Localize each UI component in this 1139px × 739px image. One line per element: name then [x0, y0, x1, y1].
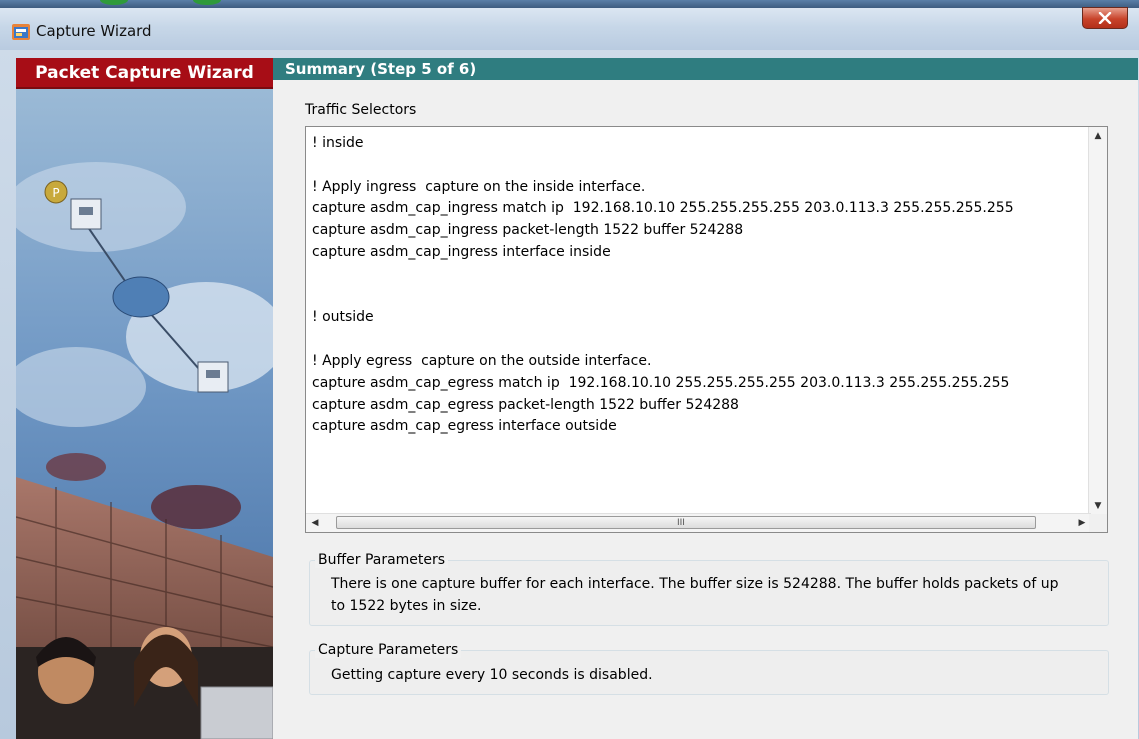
banner-illustration: P [16, 87, 273, 739]
capture-wizard-window: Capture Wizard Packet Capture Wizard P S… [0, 7, 1139, 739]
traffic-selector-line [312, 155, 1086, 177]
capture-parameters-text: Getting capture every 10 seconds is disa… [331, 667, 653, 683]
close-icon [1098, 12, 1112, 24]
traffic-selectors-label: Traffic Selectors [305, 102, 417, 118]
wizard-client-area: Packet Capture Wizard P Summary (Step 5 … [16, 58, 1138, 739]
traffic-selector-line [312, 264, 1086, 286]
scroll-left-icon[interactable]: ◀ [306, 514, 324, 532]
scroll-grip: III [677, 518, 685, 528]
traffic-selector-line: ! Apply ingress capture on the inside in… [312, 178, 646, 195]
buffer-parameters-label: Buffer Parameters [315, 552, 449, 568]
traffic-selector-line: capture asdm_cap_egress interface outsid… [312, 418, 617, 435]
scrollbar-corner [1089, 514, 1107, 532]
capture-parameters-group: Capture Parameters Getting capture every… [309, 642, 1109, 695]
traffic-selector-line: ! inside [312, 135, 364, 151]
app-icon [12, 23, 30, 41]
svg-text:P: P [52, 186, 59, 200]
traffic-selector-line: capture asdm_cap_ingress packet-length 1… [312, 222, 744, 239]
desktop-strip [0, 0, 1139, 8]
scroll-up-icon[interactable]: ▲ [1089, 127, 1107, 145]
vertical-scrollbar[interactable]: ▲ ▼ [1088, 127, 1107, 515]
traffic-selector-line: ! Apply egress capture on the outside in… [312, 352, 652, 369]
traffic-selector-line: capture asdm_cap_egress match ip 192.168… [312, 374, 1010, 391]
traffic-selectors-textarea[interactable]: ! inside ! Apply ingress capture on the i… [305, 126, 1108, 533]
banner-title: Packet Capture Wizard [16, 58, 273, 87]
buffer-parameters-text: There is one capture buffer for each int… [331, 576, 1059, 614]
horizontal-scroll-thumb[interactable]: III [336, 516, 1036, 529]
desktop-icon [100, 0, 128, 5]
wizard-banner: Packet Capture Wizard P [16, 58, 273, 739]
capture-parameters-label: Capture Parameters [315, 642, 462, 658]
desktop-icon [193, 0, 221, 5]
scroll-down-icon[interactable]: ▼ [1089, 497, 1107, 515]
traffic-selector-line [312, 329, 1086, 351]
traffic-selector-line: ! outside [312, 309, 374, 326]
close-button[interactable] [1082, 7, 1128, 29]
traffic-selector-line: capture asdm_cap_ingress interface insid… [312, 243, 611, 260]
step-header: Summary (Step 5 of 6) [273, 58, 1138, 80]
buffer-parameters-group: Buffer Parameters There is one capture b… [309, 552, 1109, 626]
traffic-selector-line: capture asdm_cap_ingress match ip 192.16… [312, 200, 1014, 217]
window-title: Capture Wizard [36, 22, 152, 40]
title-bar[interactable]: Capture Wizard [0, 7, 1139, 50]
traffic-selector-line [312, 286, 1086, 308]
traffic-selector-line: capture asdm_cap_egress packet-length 15… [312, 396, 739, 413]
banner-divider [16, 87, 273, 89]
horizontal-scrollbar[interactable]: ◀ III ▶ [306, 513, 1091, 532]
traffic-selectors-lines: ! inside ! Apply ingress capture on the i… [312, 133, 1086, 438]
